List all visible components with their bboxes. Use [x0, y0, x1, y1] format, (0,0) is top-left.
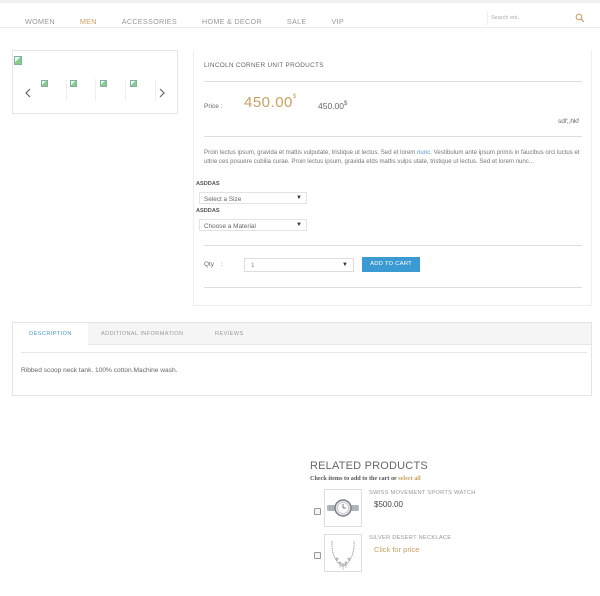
- option-label-size: ASDDAS: [196, 181, 220, 187]
- related-title: RELATED PRODUCTS: [310, 460, 428, 472]
- tab-bar: DESCRIPTION ADDITIONAL INFORMATION REVIE…: [13, 323, 591, 346]
- nav-item-sale[interactable]: SALE: [287, 17, 307, 26]
- nav-item-women[interactable]: WOMEN: [25, 17, 55, 26]
- add-to-cart-button[interactable]: ADD TO CART: [362, 257, 420, 272]
- divider: [204, 287, 582, 288]
- related-products: RELATED PRODUCTS Check items to add to t…: [310, 460, 590, 572]
- product-gallery: [12, 50, 178, 114]
- related-item-name[interactable]: SILVER DESERT NECKLACE: [369, 535, 451, 541]
- search-box[interactable]: Search ent..: [487, 12, 591, 25]
- qty-select[interactable]: 1 ▼: [244, 258, 354, 272]
- necklace-image[interactable]: [324, 534, 362, 572]
- old-price: 450.00$: [318, 101, 348, 111]
- divider: [204, 245, 582, 246]
- thumbnail[interactable]: [129, 79, 156, 101]
- option-label-material: ASDDAS: [196, 208, 220, 214]
- related-item-name[interactable]: SWISS MOVEMENT SPORTS WATCH: [369, 490, 476, 496]
- divider: [204, 136, 582, 137]
- tab-reviews[interactable]: REVIEWS: [215, 323, 244, 345]
- select-all-link[interactable]: select all: [398, 475, 421, 482]
- product-tabs: DESCRIPTION ADDITIONAL INFORMATION REVIE…: [12, 322, 592, 396]
- nav-item-accessories[interactable]: ACCESSORIES: [122, 17, 177, 26]
- short-description: Proin lectus ipsum, gravida et mattis vu…: [204, 149, 580, 165]
- tab-content: Ribbed scoop neck tank. 100% cotton.Mach…: [21, 367, 178, 374]
- related-item-price: $500.00: [374, 500, 403, 509]
- material-select[interactable]: Choose a Material ▼: [199, 219, 307, 231]
- top-navigation-bar: WOMEN MEN ACCESSORIES HOME & DECOR SALE …: [0, 0, 600, 28]
- thumbnail[interactable]: [99, 79, 126, 101]
- qty-label: Qty :: [204, 261, 223, 268]
- thumbnail[interactable]: [69, 79, 96, 101]
- chevron-right-icon[interactable]: [158, 88, 166, 98]
- click-for-price-link[interactable]: Click for price: [374, 545, 419, 554]
- divider: [21, 352, 587, 353]
- tab-description[interactable]: DESCRIPTION: [13, 323, 88, 346]
- size-select[interactable]: Select a Size ▼: [199, 192, 307, 204]
- caret-down-icon: ▼: [342, 262, 348, 268]
- nav-item-home-decor[interactable]: HOME & DECOR: [202, 17, 262, 26]
- search-icon[interactable]: [575, 13, 585, 23]
- thumbnail[interactable]: [40, 79, 67, 101]
- necklace-icon: [331, 540, 355, 570]
- main-image-placeholder[interactable]: [14, 56, 22, 65]
- related-subtitle: Check items to add to the cart or select…: [310, 475, 421, 482]
- product-title: LINCOLN CORNER UNIT PRODUCTS: [204, 62, 324, 69]
- related-item: SWISS MOVEMENT SPORTS WATCH $500.00: [310, 489, 590, 529]
- description-link[interactable]: nunc: [417, 149, 430, 156]
- main-nav: WOMEN MEN ACCESSORIES HOME & DECOR SALE …: [25, 17, 369, 26]
- related-item: SILVER DESERT NECKLACE Click for price: [310, 534, 590, 574]
- product-info-panel: LINCOLN CORNER UNIT PRODUCTS Price : 450…: [193, 50, 592, 306]
- caret-down-icon: ▼: [296, 195, 302, 201]
- search-input[interactable]: Search ent..: [491, 15, 521, 21]
- related-item-checkbox[interactable]: [314, 508, 321, 515]
- related-item-checkbox[interactable]: [314, 552, 321, 559]
- watch-icon: [327, 499, 359, 517]
- watch-image[interactable]: [324, 489, 362, 527]
- nav-item-men[interactable]: MEN: [80, 17, 97, 26]
- caret-down-icon: ▼: [296, 222, 302, 228]
- special-price: 450.00$: [244, 94, 297, 111]
- chevron-left-icon[interactable]: [24, 88, 32, 98]
- price-label: Price :: [204, 103, 223, 110]
- tab-additional-information[interactable]: ADDITIONAL INFORMATION: [101, 323, 183, 345]
- nav-item-vip[interactable]: VIP: [331, 17, 344, 26]
- divider: [204, 81, 582, 82]
- product-sku: sdf;,hkf: [558, 118, 579, 125]
